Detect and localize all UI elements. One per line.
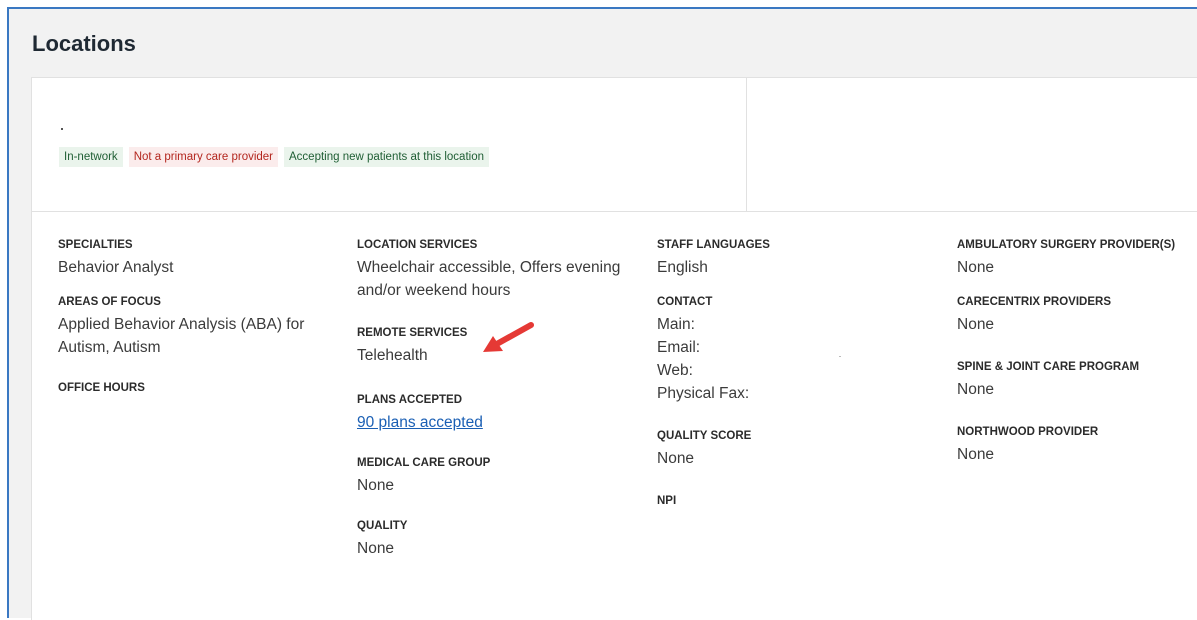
office-hours-field: OFFICE HOURS	[58, 381, 328, 395]
details-column-1: SPECIALTIES Behavior Analyst AREAS OF FO…	[58, 238, 328, 411]
staff-languages-field: STAFF LANGUAGES English	[657, 238, 927, 279]
location-services-value: Wheelchair accessible, Offers evening an…	[357, 259, 621, 299]
accepting-patients-badge: Accepting new patients at this location	[284, 147, 489, 167]
not-primary-care-badge: Not a primary care provider	[128, 147, 279, 167]
quality-value: None	[357, 540, 395, 557]
fax-placeholder	[839, 356, 841, 357]
red-arrow-icon	[483, 322, 534, 352]
carecentrix-label: CARECENTRIX PROVIDERS	[957, 296, 1111, 308]
quality-score-value: None	[657, 450, 695, 467]
contact-field: CONTACT Main: Email: Web: Physical Fax:	[657, 295, 927, 405]
ambulatory-label: AMBULATORY SURGERY PROVIDER(S)	[957, 239, 1176, 251]
in-network-badge: In-network	[59, 147, 123, 167]
spine-joint-value: None	[957, 381, 995, 398]
medical-care-group-label: MEDICAL CARE GROUP	[357, 457, 491, 469]
details-column-3: STAFF LANGUAGES English CONTACT Main: Em…	[657, 238, 927, 524]
northwood-field: NORTHWOOD PROVIDER None	[957, 425, 1197, 466]
specialties-label: SPECIALTIES	[58, 239, 133, 251]
spine-joint-label: SPINE & JOINT CARE PROGRAM	[957, 361, 1140, 373]
areas-of-focus-field: AREAS OF FOCUS Applied Behavior Analysis…	[58, 295, 328, 359]
spine-joint-field: SPINE & JOINT CARE PROGRAM None	[957, 360, 1197, 401]
contact-web: Web:	[657, 362, 693, 379]
location-card-header: In-network Not a primary care provider A…	[32, 78, 1197, 212]
details-column-2: LOCATION SERVICES Wheelchair accessible,…	[357, 238, 627, 576]
header-divider	[746, 78, 747, 211]
contact-physical-fax: Physical Fax:	[657, 385, 750, 402]
medical-care-group-field: MEDICAL CARE GROUP None	[357, 456, 627, 497]
quality-field: QUALITY None	[357, 519, 627, 560]
carecentrix-value: None	[957, 316, 995, 333]
northwood-label: NORTHWOOD PROVIDER	[957, 426, 1099, 438]
npi-label: NPI	[657, 495, 677, 507]
specialties-value: Behavior Analyst	[58, 259, 174, 276]
ambulatory-field: AMBULATORY SURGERY PROVIDER(S) None	[957, 238, 1197, 279]
locations-panel: Locations In-network Not a primary care …	[7, 7, 1197, 620]
details-column-4: AMBULATORY SURGERY PROVIDER(S) None CARE…	[957, 238, 1197, 482]
location-services-field: LOCATION SERVICES Wheelchair accessible,…	[357, 238, 627, 302]
northwood-value: None	[957, 446, 995, 463]
plans-accepted-link[interactable]: 90 plans accepted	[357, 414, 483, 431]
plans-accepted-label: PLANS ACCEPTED	[357, 394, 462, 406]
npi-field: NPI	[657, 494, 927, 508]
quality-label: QUALITY	[357, 520, 408, 532]
staff-languages-value: English	[657, 259, 708, 276]
contact-main: Main:	[657, 316, 695, 333]
status-badges: In-network Not a primary care provider A…	[59, 147, 489, 167]
areas-of-focus-value: Applied Behavior Analysis (ABA) for Auti…	[58, 316, 305, 356]
location-services-label: LOCATION SERVICES	[357, 239, 478, 251]
quality-score-label: QUALITY SCORE	[657, 430, 752, 442]
contact-label: CONTACT	[657, 296, 713, 308]
medical-care-group-value: None	[357, 477, 395, 494]
specialties-field: SPECIALTIES Behavior Analyst	[58, 238, 328, 279]
office-hours-label: OFFICE HOURS	[58, 382, 145, 394]
contact-email: Email:	[657, 339, 701, 356]
location-name-placeholder	[61, 128, 63, 130]
areas-of-focus-label: AREAS OF FOCUS	[58, 296, 161, 308]
staff-languages-label: STAFF LANGUAGES	[657, 239, 770, 251]
quality-score-field: QUALITY SCORE None	[657, 429, 927, 470]
ambulatory-value: None	[957, 259, 995, 276]
plans-accepted-field: PLANS ACCEPTED 90 plans accepted	[357, 393, 627, 434]
page-title: Locations	[32, 31, 136, 56]
carecentrix-field: CARECENTRIX PROVIDERS None	[957, 295, 1197, 336]
